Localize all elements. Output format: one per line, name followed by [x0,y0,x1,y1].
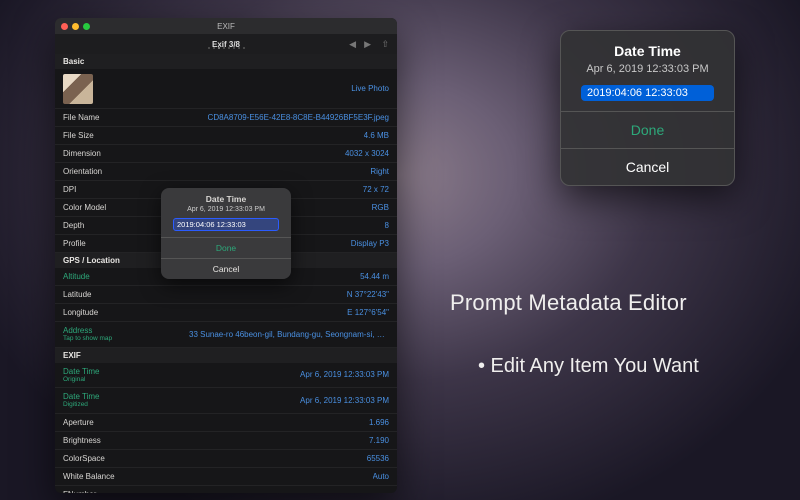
popup-subtitle-large: Apr 6, 2019 12:33:03 PM [561,63,734,75]
popup-subtitle: Apr 6, 2019 12:33:03 PM [161,206,291,213]
edit-popup-large: Date Time Apr 6, 2019 12:33:03 PM 2019:0… [560,30,735,186]
popup-input[interactable]: 2019:04:06 12:33:03 [173,218,279,231]
row-date-time-original[interactable]: Date TimeOriginalApr 6, 2019 12:33:03 PM [55,363,397,389]
titlebar: EXIF [55,18,397,34]
row-orientation[interactable]: OrientationRight [55,163,397,181]
row-aperture[interactable]: Aperture1.696 [55,414,397,432]
thumbnail [63,74,93,104]
section-exif: EXIF [55,348,397,363]
row-file-name[interactable]: File NameCD8A8709-E56E-42E8-8C8E-B44926B… [55,109,397,127]
popup-title-large: Date Time [561,43,734,59]
done-button[interactable]: Done [161,237,291,258]
row-brightness[interactable]: Brightness7.190 [55,432,397,450]
row-latitude[interactable]: LatitudeN 37°22'43" [55,286,397,304]
row-white-balance[interactable]: White BalanceAuto [55,468,397,486]
row-date-time-digitized[interactable]: Date TimeDigitizedApr 6, 2019 12:33:03 P… [55,388,397,414]
page-dots [55,47,397,49]
next-icon[interactable]: ▶ [364,39,371,50]
popup-title: Date Time [161,194,291,204]
prev-icon[interactable]: ◀ [349,39,356,50]
row-address[interactable]: AddressTap to show map33 Sunae-ro 46beon… [55,322,397,348]
thumbnail-row[interactable]: Live Photo [55,69,397,109]
marketing-bullet: • Edit Any Item You Want [478,355,699,378]
live-photo-badge: Live Photo [351,84,389,93]
cancel-button[interactable]: Cancel [161,258,291,279]
popup-input-large[interactable]: 2019:04:06 12:33:03 [581,85,714,101]
exif-window: EXIF Exif 3/8 ◀ ▶ ⇧ Basic Live Photo Fil… [55,18,397,493]
edit-popup-small: Date Time Apr 6, 2019 12:33:03 PM 2019:0… [161,188,291,279]
marketing-headline: Prompt Metadata Editor [450,290,687,316]
row-fnumber[interactable]: FNumber [55,486,397,494]
toolbar: Exif 3/8 ◀ ▶ ⇧ [55,34,397,54]
row-colorspace[interactable]: ColorSpace65536 [55,450,397,468]
done-button-large[interactable]: Done [561,111,734,148]
section-basic: Basic [55,54,397,69]
share-icon[interactable]: ⇧ [381,39,389,50]
row-longitude[interactable]: LongitudeE 127°6'54" [55,304,397,322]
row-file-size[interactable]: File Size4.6 MB [55,127,397,145]
cancel-button-large[interactable]: Cancel [561,148,734,185]
row-dimension[interactable]: Dimension4032 x 3024 [55,145,397,163]
window-title: EXIF [55,22,397,31]
